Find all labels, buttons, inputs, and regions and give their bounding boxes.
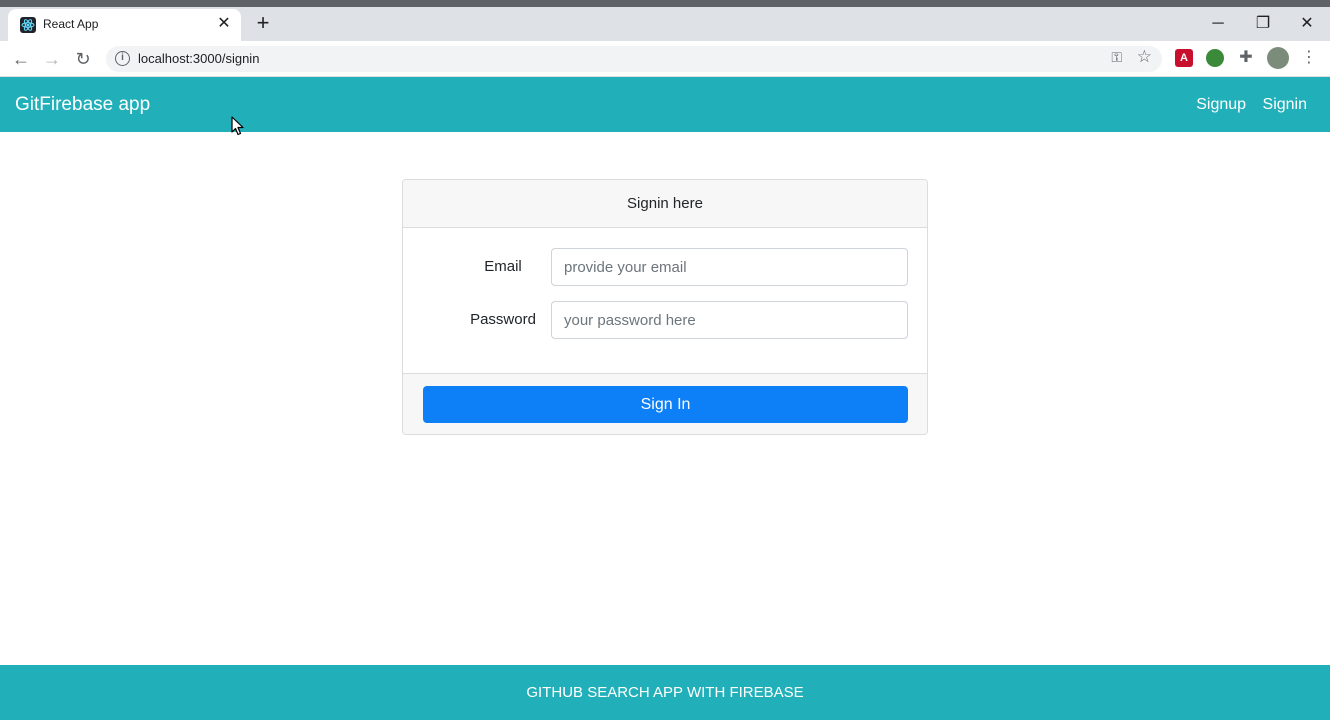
nav-link-signup[interactable]: Signup	[1196, 96, 1246, 113]
reload-icon[interactable]: ↻	[71, 47, 95, 71]
new-tab-button[interactable]: +	[249, 12, 277, 36]
extension-icon[interactable]	[1206, 49, 1224, 67]
page-footer: GITHUB SEARCH APP WITH FIREBASE	[0, 665, 1330, 720]
browser-tab[interactable]: React App ✕	[8, 9, 241, 41]
tab-close-icon[interactable]: ✕	[215, 15, 233, 33]
key-icon[interactable]: ⚿	[1111, 49, 1122, 66]
card-header: Signin here	[403, 180, 927, 228]
password-field[interactable]	[551, 301, 908, 339]
browser-tab-bar: React App ✕ + ─ ❐ ✕	[0, 7, 1330, 41]
bookmark-star-icon[interactable]: ☆	[1137, 47, 1152, 67]
react-favicon-icon	[20, 17, 36, 33]
address-bar[interactable]: i localhost:3000/signin ⚿ ☆	[106, 46, 1162, 72]
restore-button[interactable]: ❐	[1240, 11, 1286, 39]
nav-link-signin[interactable]: Signin	[1263, 96, 1307, 113]
email-row: Email	[403, 248, 927, 286]
tab-title: React App	[43, 17, 99, 31]
minimize-button[interactable]: ─	[1195, 11, 1241, 39]
browser-toolbar: ← → ↻ i localhost:3000/signin ⚿ ☆ A ✚ ⋮	[0, 41, 1330, 77]
window-top-strip	[0, 0, 1330, 7]
url-text[interactable]: localhost:3000/signin	[138, 51, 259, 66]
mouse-cursor-icon	[231, 116, 244, 136]
extensions-puzzle-icon[interactable]: ✚	[1237, 49, 1255, 67]
pdf-extension-icon[interactable]: A	[1175, 49, 1193, 67]
card-footer: Sign In	[403, 373, 927, 434]
password-row: Password	[403, 301, 927, 339]
profile-avatar[interactable]	[1267, 47, 1289, 69]
site-info-icon[interactable]: i	[115, 51, 130, 66]
navbar-links: Signup Signin	[1184, 96, 1307, 114]
window-close-button[interactable]: ✕	[1284, 11, 1330, 39]
back-arrow-icon[interactable]: ←	[9, 47, 33, 71]
signin-card: Signin here Email Password Sign In	[402, 179, 928, 435]
app-navbar: GitFirebase app Signup Signin	[0, 77, 1330, 132]
email-field[interactable]	[551, 248, 908, 286]
sign-in-button[interactable]: Sign In	[423, 386, 908, 423]
forward-arrow-icon[interactable]: →	[40, 47, 64, 71]
navbar-brand[interactable]: GitFirebase app	[15, 94, 150, 116]
browser-menu-icon[interactable]: ⋮	[1300, 49, 1318, 67]
